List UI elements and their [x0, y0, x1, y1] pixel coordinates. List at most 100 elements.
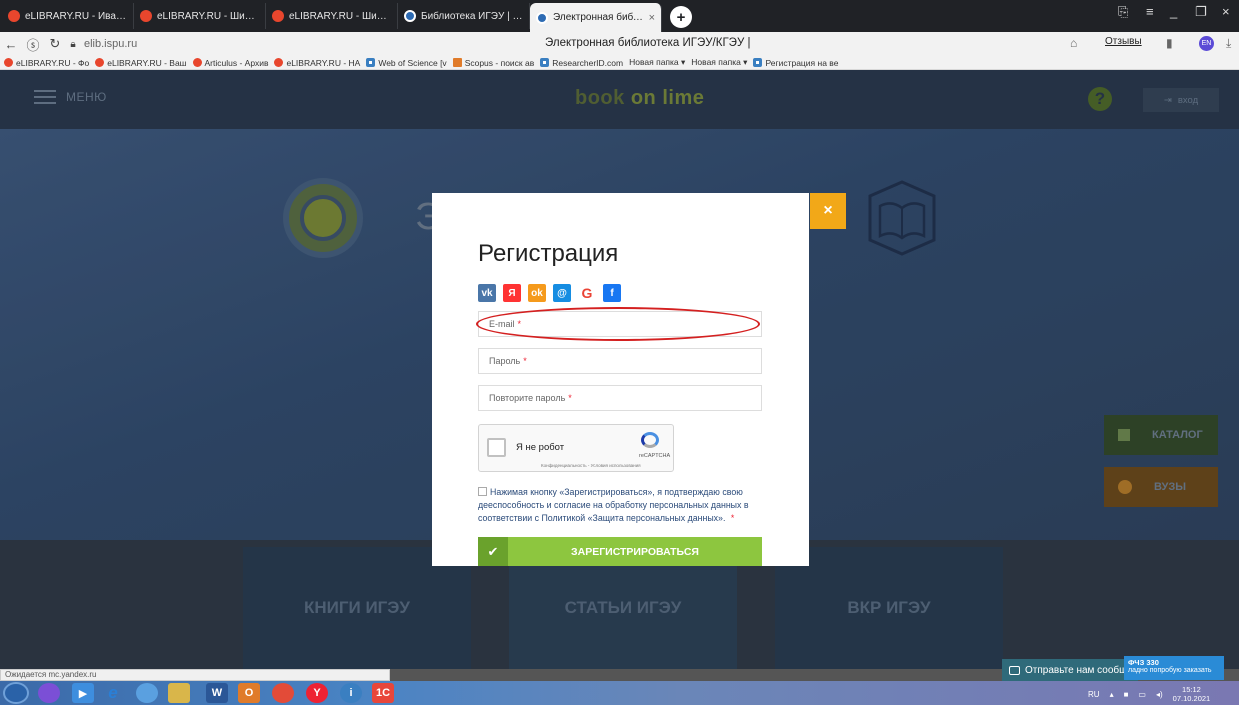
- bookmark-item[interactable]: Scopus - поиск ав: [452, 58, 534, 68]
- wos-favicon-icon: [366, 58, 376, 67]
- minimize-icon[interactable]: _: [1170, 4, 1177, 19]
- clock[interactable]: 15:12 07.10.2021: [1173, 685, 1211, 703]
- vk-icon[interactable]: vk: [478, 284, 496, 302]
- hamburger-icon: [34, 90, 56, 104]
- notification-popup[interactable]: ФЧЗ 330 ладно попробую заказать: [1124, 656, 1224, 680]
- yandex-browser-icon[interactable]: Y: [306, 683, 328, 703]
- browser-tab-active[interactable]: Электронная библиоте×: [530, 3, 662, 32]
- language-indicator[interactable]: RU: [1088, 690, 1100, 699]
- scopus-favicon-icon: [452, 58, 462, 67]
- register-button[interactable]: ✔ ЗАРЕГИСТРИРОВАТЬСЯ: [478, 537, 762, 566]
- site-logo[interactable]: book on lime: [575, 87, 704, 110]
- researcherid-favicon-icon: [540, 58, 550, 67]
- 1c-icon[interactable]: 1С: [372, 683, 394, 703]
- mail-ru-icon[interactable]: @: [553, 284, 571, 302]
- elibrary-favicon-icon: [272, 10, 284, 22]
- media-player-icon[interactable]: ▶: [72, 683, 94, 703]
- language-badge[interactable]: EN: [1199, 36, 1214, 51]
- modal-title: Регистрация: [478, 240, 619, 267]
- bookmark-item[interactable]: Регистрация на ве: [753, 58, 838, 68]
- elibrary-favicon-icon: [4, 58, 13, 67]
- volume-icon[interactable]: ◂): [1156, 690, 1163, 699]
- close-tab-icon[interactable]: ×: [649, 12, 655, 24]
- outlook-icon[interactable]: O: [238, 683, 260, 703]
- site-header: МЕНЮ book on lime ? ⇥ вход: [0, 70, 1239, 129]
- close-modal-button[interactable]: ×: [810, 193, 846, 229]
- elibrary-favicon-icon: [192, 58, 202, 67]
- facebook-icon[interactable]: f: [603, 284, 621, 302]
- internet-explorer-icon[interactable]: e: [102, 683, 124, 703]
- network-tray-icon[interactable]: ▭: [1138, 690, 1146, 699]
- start-button[interactable]: [3, 682, 29, 704]
- download-icon[interactable]: ⤓: [1226, 36, 1231, 51]
- lock-icon: 🔒︎: [70, 38, 76, 50]
- new-tab-button[interactable]: +: [670, 6, 692, 28]
- recaptcha-checkbox[interactable]: [487, 438, 506, 457]
- elibrary-favicon-icon: [140, 10, 152, 22]
- yandex-icon[interactable]: Я: [503, 284, 521, 302]
- chat-widget[interactable]: Отправьте нам сообщ: [1002, 659, 1138, 681]
- library-favicon-icon: [536, 11, 548, 24]
- tray-arrow-icon[interactable]: ▴: [1110, 690, 1114, 699]
- grid-icon: [1118, 429, 1130, 441]
- network-icon[interactable]: [136, 683, 158, 703]
- bookmark-item[interactable]: ResearcherID.com: [540, 58, 623, 68]
- file-explorer-icon[interactable]: [168, 683, 190, 703]
- consent-text[interactable]: Нажимая кнопку «Зарегистрироваться», я п…: [478, 487, 749, 523]
- odnoklassniki-icon[interactable]: ok: [528, 284, 546, 302]
- elibrary-favicon-icon: [274, 58, 284, 67]
- bookmark-item[interactable]: eLIBRARY.RU - НА: [274, 58, 360, 68]
- recaptcha-brand: reCAPTCHA: [639, 453, 671, 459]
- address-bar: ← ⓢ ↻ 🔒︎ elib.ispu.ru Электронная библио…: [0, 32, 1239, 56]
- browser-menu-icon[interactable]: ≡: [1146, 4, 1154, 19]
- page-content: МЕНЮ book on lime ? ⇥ вход Э КАТАЛОГ ВУЗ…: [0, 70, 1239, 669]
- registration-favicon-icon: [753, 58, 763, 67]
- menu-button[interactable]: МЕНЮ: [34, 90, 107, 104]
- reviews-link[interactable]: Отзывы: [1105, 36, 1142, 47]
- google-icon[interactable]: G: [578, 284, 596, 302]
- recaptcha-terms[interactable]: Конфиденциальность - Условия использован…: [541, 463, 641, 468]
- browser-tab-bar: eLIBRARY.RU - Ивановское eLIBRARY.RU - Ш…: [0, 0, 1239, 32]
- bookmarks-bar: eLIBRARY.RU - Фо eLIBRARY.RU - Ваш Artic…: [0, 56, 1239, 70]
- protect-icon[interactable]: ⌂: [1070, 36, 1077, 50]
- yandex-icon[interactable]: ⓢ: [22, 35, 44, 54]
- checkmark-icon: ✔: [478, 537, 508, 566]
- bookmark-folder[interactable]: Новая папка ▾: [629, 57, 685, 68]
- bookmark-item[interactable]: eLIBRARY.RU - Ваш: [95, 58, 187, 68]
- chrome-icon[interactable]: [272, 683, 294, 703]
- close-window-icon[interactable]: ×: [1222, 4, 1230, 19]
- extensions-icon[interactable]: ⎘: [1118, 4, 1128, 20]
- browser-tab[interactable]: eLIBRARY.RU - Ивановское: [2, 3, 134, 29]
- bookmark-item[interactable]: Web of Science [v: [366, 58, 447, 68]
- bookmark-item[interactable]: eLIBRARY.RU - Фо: [4, 58, 89, 68]
- reload-icon[interactable]: ↻: [44, 36, 66, 52]
- browser-tab[interactable]: eLIBRARY.RU - Шипко Ми: [134, 3, 266, 29]
- word-icon[interactable]: W: [206, 683, 228, 703]
- browser-tab[interactable]: eLIBRARY.RU - Шипко Ми: [266, 3, 398, 29]
- help-icon[interactable]: ?: [1088, 87, 1112, 111]
- consent-checkbox[interactable]: [478, 487, 487, 496]
- url-field[interactable]: elib.ispu.ru: [84, 38, 137, 50]
- back-icon[interactable]: ←: [0, 37, 22, 52]
- bookmark-item[interactable]: Articulus - Архив: [192, 58, 268, 68]
- system-tray: RU ▴ ■ ▭ ◂) 15:12 07.10.2021: [1088, 685, 1238, 703]
- catalog-button[interactable]: КАТАЛОГ: [1104, 415, 1218, 455]
- login-icon: ⇥: [1163, 94, 1172, 106]
- info-app-icon[interactable]: i: [340, 683, 362, 703]
- recaptcha-widget: Я не робот reCAPTCHA Конфиденциальность …: [478, 424, 674, 472]
- restore-icon[interactable]: ❐: [1195, 4, 1207, 20]
- browser-tab[interactable]: Библиотека ИГЭУ | Универ: [398, 3, 530, 29]
- elibrary-favicon-icon: [8, 10, 20, 22]
- bookmark-icon[interactable]: ▮: [1166, 36, 1173, 50]
- tray-app-icon[interactable]: ■: [1124, 690, 1129, 699]
- password-field[interactable]: Пароль *: [478, 348, 762, 374]
- password-repeat-field[interactable]: Повторите пароль *: [478, 385, 762, 411]
- universities-button[interactable]: ВУЗЫ: [1104, 467, 1218, 507]
- library-favicon-icon: [404, 10, 416, 22]
- bookmark-folder[interactable]: Новая папка ▾: [691, 57, 747, 68]
- browser-status-bar: Ожидается mc.yandex.ru: [0, 669, 390, 681]
- alice-icon[interactable]: [38, 683, 60, 703]
- social-login-row: vk Яok @ Gf: [478, 284, 621, 302]
- login-button[interactable]: ⇥ вход: [1143, 88, 1219, 112]
- theses-card[interactable]: ВКР ИГЭУ: [775, 547, 1003, 669]
